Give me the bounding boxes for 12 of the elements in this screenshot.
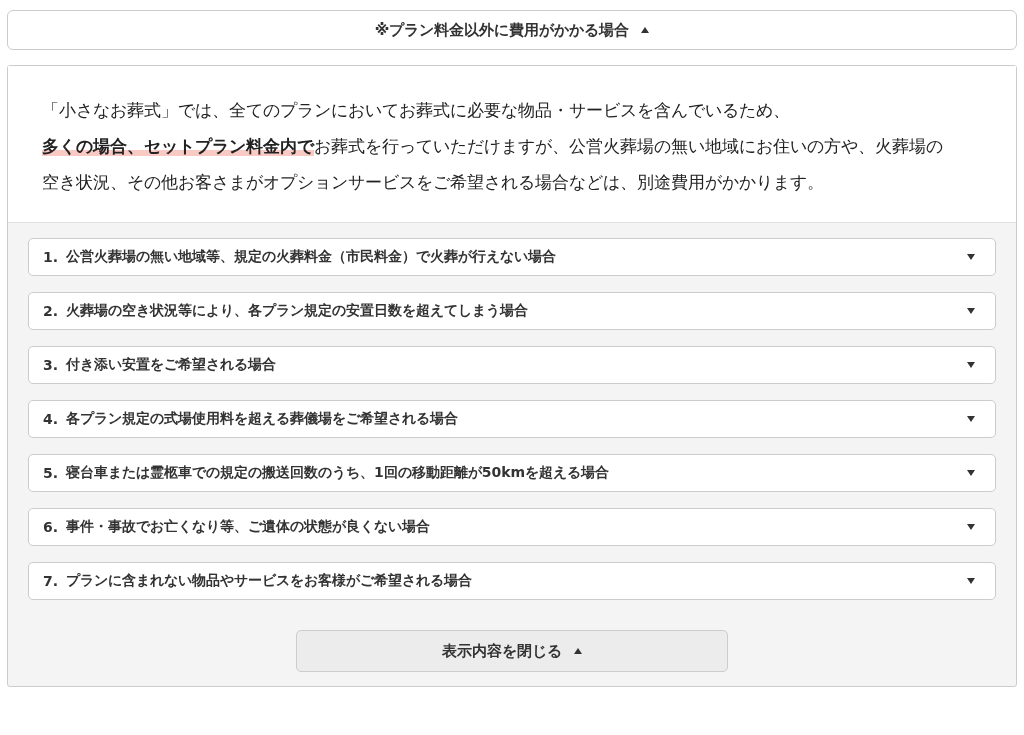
caret-icon: [574, 648, 582, 654]
accordion-item[interactable]: 2. 火葬場の空き状況等により、各プラン規定の安置日数を超えてしまう場合: [28, 292, 996, 330]
accordion-item[interactable]: 1. 公営火葬場の無い地域等、規定の火葬料金（市民料金）で火葬が行えない場合: [28, 238, 996, 276]
intro-paragraph: 多くの場合、セットプラン料金内でお葬式を行っていただけますが、公営火葬場の無い地域にお住いの方や、火葬場の空き状況、その他お客さまがオプションサービスをご希望される場合などは、別途費用がかかります。: [42, 135, 944, 194]
accordion-item[interactable]: 5. 寝台車または霊柩車での規定の搬送回数のうち、1回の移動距離が50kmを超える場合: [28, 454, 996, 492]
intro-paragraph: 「小さなお葬式」では、全てのプランにおいてお葬式に必要な物品・サービスを含んでいるため、: [42, 99, 791, 122]
close-button[interactable]: 表示内容を閉じる: [296, 630, 728, 672]
section-toggle[interactable]: ※プラン料金以外に費用がかかる場合: [7, 10, 1017, 50]
accordion-item[interactable]: 4. 各プラン規定の式場使用料を超える葬儀場をご希望される場合: [28, 400, 996, 438]
accordion-item[interactable]: 3. 付き添い安置をご希望される場合: [28, 346, 996, 384]
accordion-item[interactable]: 7. プランに含まれない物品やサービスをお客様がご希望される場合: [28, 562, 996, 600]
accordion-item[interactable]: 6. 事件・事故でお亡くなり等、ご遺体の状態が良くない場合: [28, 508, 996, 546]
